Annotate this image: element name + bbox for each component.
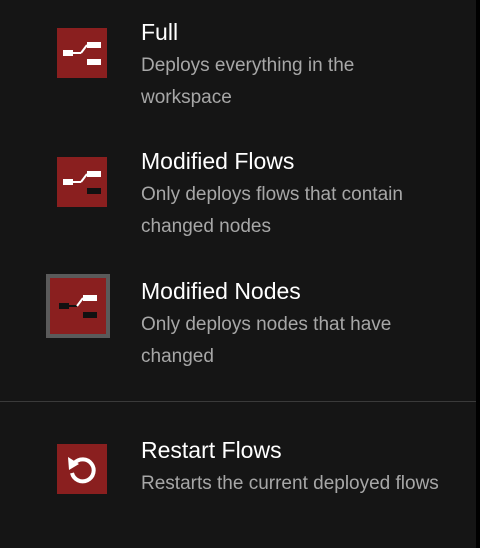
deploy-option-modified-nodes[interactable]: Modified Nodes Only deploys nodes that h…: [0, 260, 476, 401]
deploy-option-modified-flows[interactable]: Modified Flows Only deploys flows that c…: [0, 130, 476, 260]
deploy-option-title: Full: [141, 19, 179, 45]
menu-right-border: [476, 0, 480, 548]
deploy-option-description: Only deploys flows that contain changed …: [141, 184, 403, 237]
restart-flows-option[interactable]: Restart Flows Restarts the current deplo…: [0, 402, 476, 548]
deploy-nodes-icon: [46, 274, 110, 338]
restart-flows-title: Restart Flows: [141, 437, 282, 463]
deploy-option-description: Only deploys nodes that have changed: [141, 314, 392, 367]
deploy-menu: Full Deploys everything in the workspace…: [0, 0, 476, 548]
deploy-option-description: Deploys everything in the workspace: [141, 55, 355, 108]
deploy-flows-icon: [57, 157, 107, 207]
deploy-option-title: Modified Nodes: [141, 278, 301, 304]
restart-flows-description: Restarts the current deployed flows: [141, 473, 439, 494]
deploy-full-icon: [57, 28, 107, 78]
deploy-option-title: Modified Flows: [141, 148, 295, 174]
restart-icon: [57, 444, 107, 494]
deploy-option-full[interactable]: Full Deploys everything in the workspace: [0, 0, 476, 130]
